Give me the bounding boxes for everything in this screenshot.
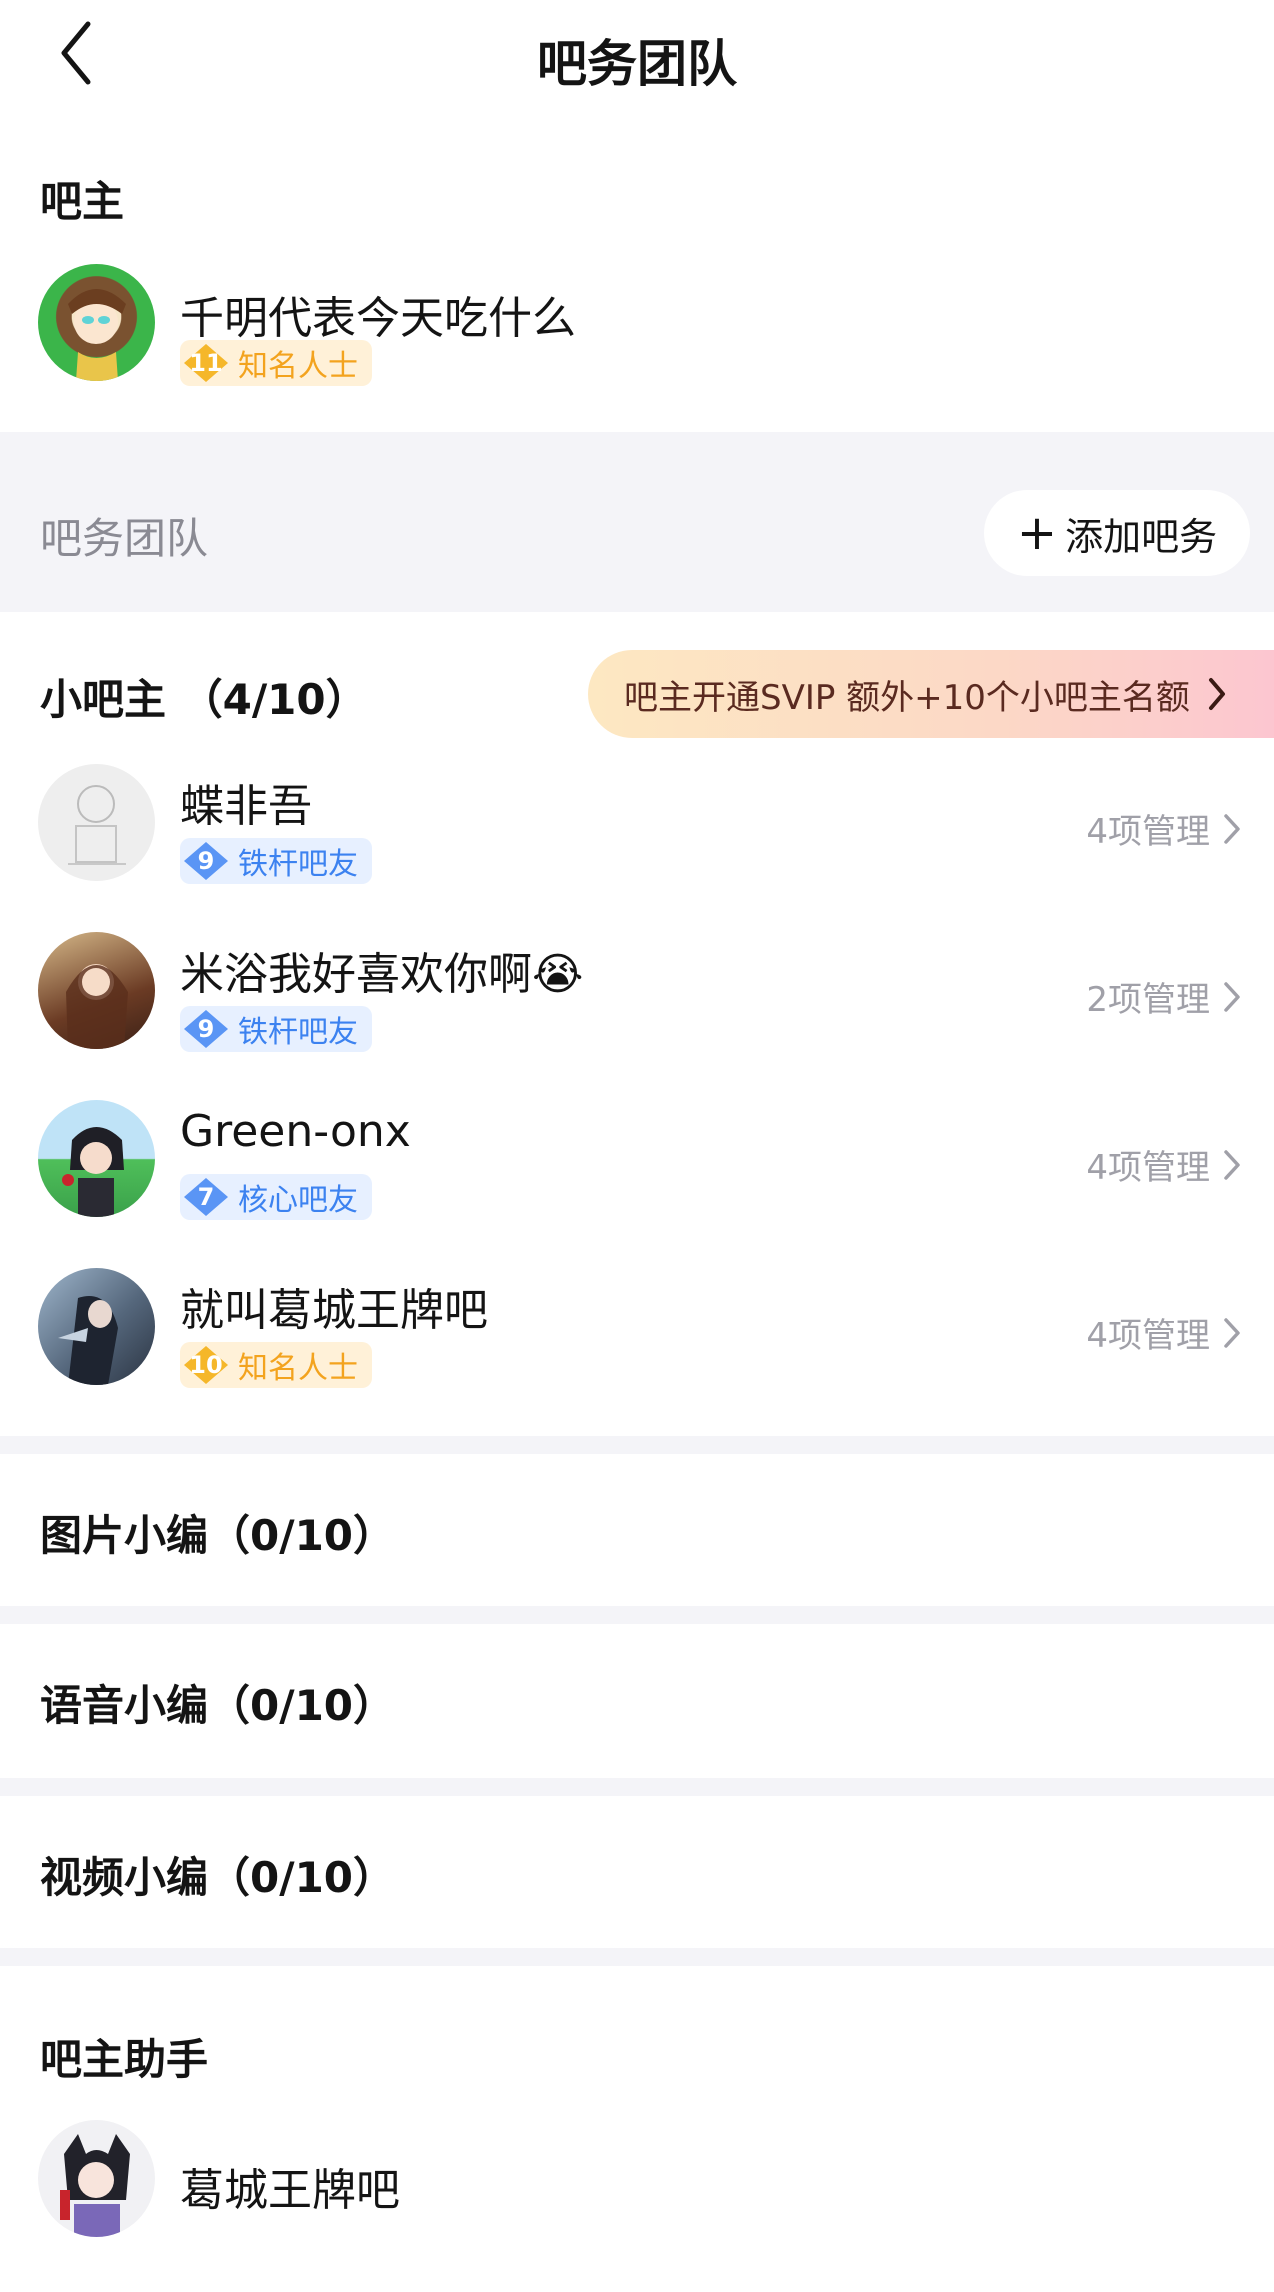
- avatar[interactable]: [38, 932, 155, 1049]
- section-divider: [0, 1778, 1274, 1796]
- member-badge: 7 核心吧友: [180, 1174, 372, 1220]
- list-item[interactable]: 就叫葛城王牌吧 10 知名人士 4项管理: [0, 1256, 1274, 1424]
- chevron-right-icon: [1224, 813, 1240, 844]
- badge-label: 知名人士: [238, 1351, 358, 1386]
- avatar[interactable]: [38, 764, 155, 881]
- member-badge: 10 知名人士: [180, 1342, 372, 1388]
- manage-link[interactable]: 4项管理: [1086, 804, 1242, 853]
- member-name: Green-onx: [180, 1106, 411, 1157]
- assistant-section-title: 吧主助手: [40, 2035, 209, 2084]
- level-diamond-icon: 7: [180, 1174, 228, 1220]
- section-title: 图片小编（0/10）: [40, 1511, 396, 1560]
- chevron-right-icon: [1208, 678, 1225, 710]
- avatar[interactable]: [38, 264, 155, 381]
- video-editor-section[interactable]: 视频小编（0/10）: [0, 1796, 1274, 1948]
- plus-icon: +: [1016, 505, 1058, 561]
- avatar[interactable]: [38, 1100, 155, 1217]
- team-label: 吧务团队: [40, 514, 209, 563]
- level-diamond-icon: 9: [180, 1006, 228, 1052]
- member-name: 千明代表今天吃什么: [180, 293, 576, 344]
- manage-link[interactable]: 2项管理: [1086, 972, 1242, 1021]
- level-diamond-icon: 11: [180, 340, 228, 386]
- level-diamond-icon: 9: [180, 838, 228, 884]
- chevron-right-icon: [1224, 981, 1240, 1012]
- member-name: 米浴我好喜欢你啊😭: [180, 949, 584, 1000]
- member-badge: 9 铁杆吧友: [180, 838, 372, 884]
- list-item[interactable]: Green-onx 7 核心吧友 4项管理: [0, 1088, 1274, 1256]
- section-title: 语音小编（0/10）: [40, 1681, 396, 1730]
- section-divider: [0, 1948, 1274, 1966]
- owner-row[interactable]: 千明代表今天吃什么 11 知名人士: [0, 250, 1274, 400]
- page-title: 吧务团队: [537, 35, 737, 93]
- member-name: 蝶非吾: [180, 781, 312, 832]
- section-title: 视频小编（0/10）: [40, 1853, 396, 1902]
- image-editor-section[interactable]: 图片小编（0/10）: [0, 1454, 1274, 1606]
- badge-label: 铁杆吧友: [238, 1015, 358, 1050]
- owner-section-title: 吧主: [40, 177, 125, 226]
- chevron-right-icon: [1224, 1317, 1240, 1348]
- svip-promo-banner[interactable]: 吧主开通SVIP 额外+10个小吧主名额: [588, 650, 1274, 738]
- manage-link[interactable]: 4项管理: [1086, 1140, 1242, 1189]
- member-name: 葛城王牌吧: [180, 2165, 400, 2216]
- sub-owner-section-title: 小吧主 （4/10）: [40, 675, 368, 724]
- manage-link[interactable]: 4项管理: [1086, 1308, 1242, 1357]
- level-diamond-icon: 10: [180, 1342, 228, 1388]
- member-badge: 9 铁杆吧友: [180, 1006, 372, 1052]
- assistant-row[interactable]: 葛城王牌吧: [0, 2110, 1274, 2270]
- badge-label: 铁杆吧友: [238, 847, 358, 882]
- voice-editor-section[interactable]: 语音小编（0/10）: [0, 1624, 1274, 1778]
- section-divider: [0, 1606, 1274, 1624]
- add-staff-button[interactable]: + 添加吧务: [984, 490, 1250, 576]
- chevron-right-icon: [1224, 1149, 1240, 1180]
- member-name: 就叫葛城王牌吧: [180, 1285, 488, 1336]
- member-badge: 11 知名人士: [180, 340, 372, 386]
- avatar[interactable]: [38, 1268, 155, 1385]
- badge-label: 知名人士: [238, 349, 358, 384]
- section-divider: [0, 1436, 1274, 1454]
- list-item[interactable]: 米浴我好喜欢你啊😭 9 铁杆吧友 2项管理: [0, 920, 1274, 1088]
- avatar[interactable]: [38, 2120, 155, 2237]
- badge-label: 核心吧友: [238, 1183, 358, 1218]
- list-item[interactable]: 蝶非吾 9 铁杆吧友 4项管理: [0, 752, 1274, 920]
